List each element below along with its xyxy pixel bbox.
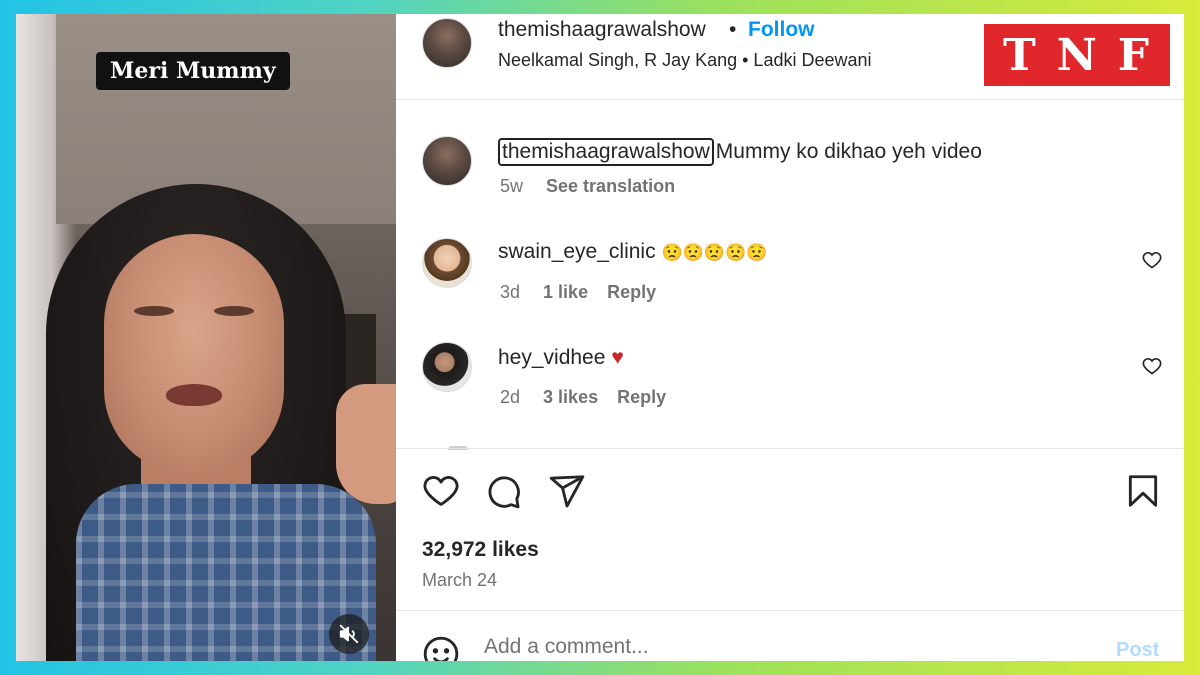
comment-time[interactable]: 2d bbox=[500, 387, 520, 407]
likes-count[interactable]: 32,972 likes bbox=[422, 538, 539, 562]
add-comment-input[interactable] bbox=[484, 635, 1084, 659]
comment-bar: Post bbox=[396, 610, 1184, 661]
reply-button[interactable]: Reply bbox=[617, 387, 666, 407]
person-mouth bbox=[166, 384, 222, 406]
comment-likes[interactable]: 3 likes bbox=[543, 387, 598, 407]
reply-button[interactable]: Reply bbox=[607, 282, 656, 302]
emoji-icon[interactable] bbox=[422, 635, 460, 661]
post-comment-button[interactable]: Post bbox=[1116, 639, 1159, 661]
commenter-avatar[interactable] bbox=[422, 342, 472, 392]
author-username[interactable]: themishaagrawalshow bbox=[498, 18, 706, 42]
comment-likes[interactable]: 1 like bbox=[543, 282, 588, 302]
person-eye-left bbox=[134, 306, 174, 316]
person-eye-right bbox=[214, 306, 254, 316]
audio-track-link[interactable]: Neelkamal Singh, R Jay Kang • Ladki Deew… bbox=[498, 50, 872, 71]
speaker-muted-icon bbox=[339, 624, 359, 644]
tnf-logo: TNF bbox=[984, 24, 1170, 86]
comment-item: swain_eye_clinic 😟😟😟😟😟 bbox=[498, 240, 767, 264]
caption-author-avatar[interactable] bbox=[422, 136, 472, 186]
caption-time[interactable]: 5w bbox=[500, 176, 523, 196]
video-overlay-title: Meri Mummy bbox=[96, 52, 290, 90]
small-heart-icon[interactable] bbox=[1142, 250, 1162, 270]
author-avatar[interactable] bbox=[422, 18, 472, 68]
divider bbox=[396, 448, 1184, 449]
reel-video[interactable]: Meri Mummy bbox=[16, 14, 396, 661]
person-face bbox=[104, 234, 284, 474]
post-actions bbox=[396, 450, 1184, 540]
small-heart-icon[interactable] bbox=[1142, 356, 1162, 376]
caption-meta: 5w See translation bbox=[500, 176, 689, 197]
comment-meta: 3d 1 like Reply bbox=[500, 282, 670, 303]
post-date[interactable]: March 24 bbox=[422, 570, 497, 591]
comment-username[interactable]: hey_vidhee bbox=[498, 346, 605, 369]
comment-icon[interactable] bbox=[484, 472, 522, 510]
red-heart-emoji: ♥ bbox=[611, 346, 624, 369]
follow-button[interactable]: Follow bbox=[748, 18, 815, 42]
header-separator: • bbox=[729, 18, 737, 41]
mute-button[interactable] bbox=[329, 614, 369, 654]
caption-username[interactable]: themishaagrawalshow bbox=[498, 138, 714, 166]
commenter-avatar[interactable] bbox=[422, 238, 472, 288]
see-translation-button[interactable]: See translation bbox=[546, 176, 675, 196]
heart-icon[interactable] bbox=[422, 472, 460, 510]
comment-username[interactable]: swain_eye_clinic bbox=[498, 240, 656, 263]
comment-time[interactable]: 3d bbox=[500, 282, 520, 302]
post-side-panel: themishaagrawalshow • Follow Neelkamal S… bbox=[396, 14, 1184, 661]
comment-text: 😟😟😟😟😟 bbox=[661, 243, 768, 262]
post-header: themishaagrawalshow • Follow Neelkamal S… bbox=[396, 14, 1184, 100]
comment-item: hey_vidhee ♥ bbox=[498, 346, 624, 370]
caption: themishaagrawalshow Mummy ko dikhao yeh v… bbox=[498, 138, 982, 166]
share-icon[interactable] bbox=[548, 472, 586, 510]
bookmark-icon[interactable] bbox=[1124, 472, 1162, 510]
post-frame: Meri Mummy themishaagrawalshow • Follow … bbox=[16, 14, 1184, 661]
caption-text: Mummy ko dikhao yeh video bbox=[715, 140, 982, 163]
comment-meta: 2d 3 likes Reply bbox=[500, 387, 680, 408]
person-hand bbox=[336, 384, 396, 504]
